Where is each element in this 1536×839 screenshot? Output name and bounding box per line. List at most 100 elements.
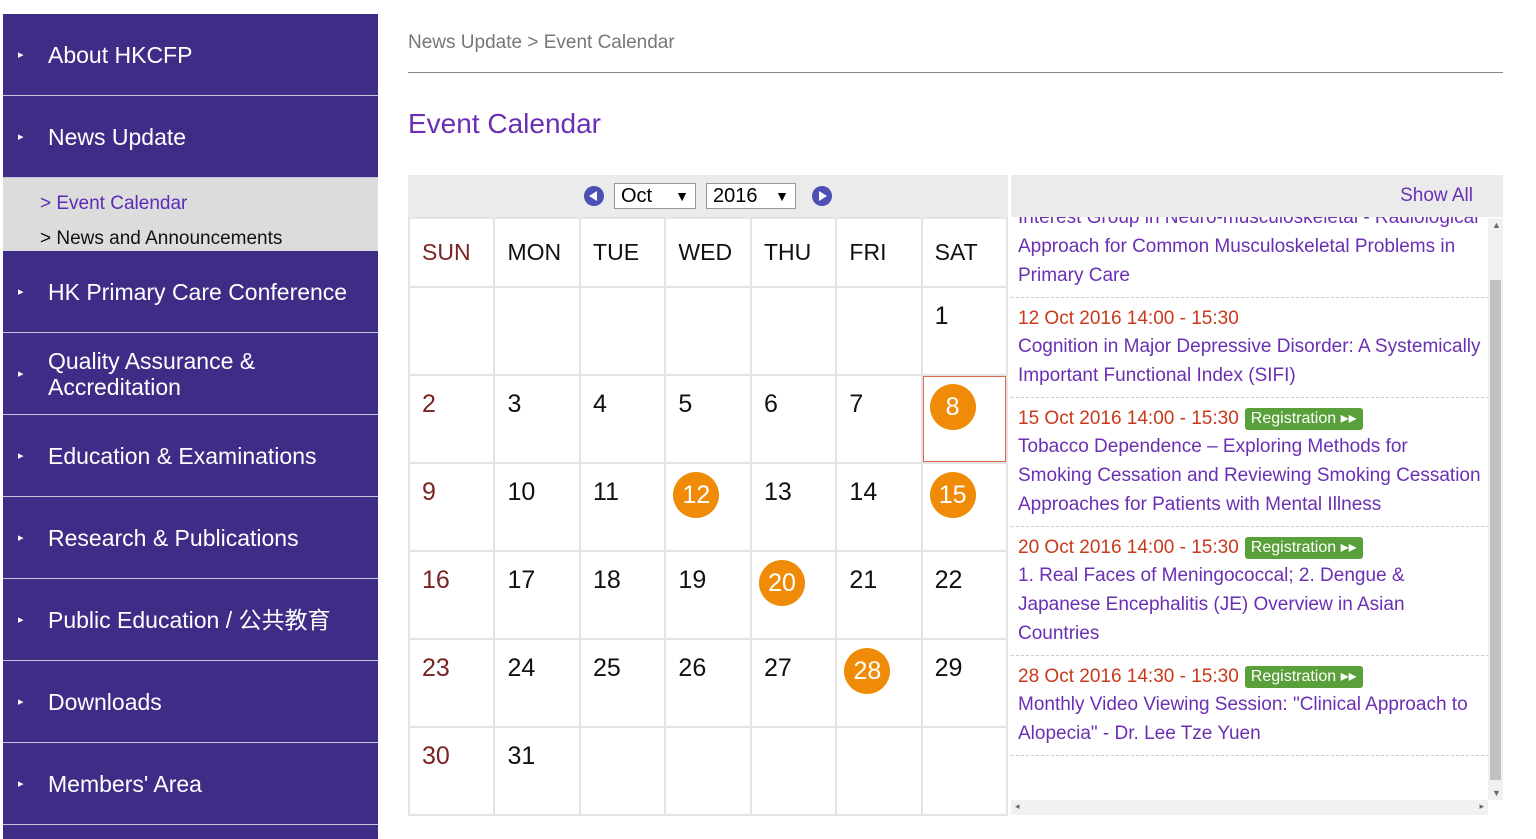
- nav-label: Research & Publications: [48, 524, 299, 551]
- scroll-up-icon[interactable]: ▲: [1492, 220, 1501, 230]
- nav-about[interactable]: ▸ About HKCFP: [3, 14, 378, 96]
- event-title-link[interactable]: 1. Real Faces of Meningococcal; 2. Dengu…: [1018, 561, 1482, 648]
- registration-button[interactable]: Registration ▸▸: [1244, 408, 1363, 430]
- calendar-week-row: 16 17 18 19 20 21 22: [407, 550, 1009, 640]
- calendar-day-cell: 28: [835, 638, 923, 728]
- calendar-event-day[interactable]: 15: [929, 472, 976, 518]
- calendar-week-row: 2 3 4 5 6 7 8: [407, 374, 1009, 464]
- weekday-header: SUN: [407, 217, 496, 288]
- arrow-right-icon: ▸: [18, 450, 24, 462]
- calendar-day-cell: [664, 286, 752, 376]
- event-list-body: Interest Group in Neuro-musculoskeletal …: [1011, 217, 1489, 801]
- nav-news-update[interactable]: ▸ News Update: [3, 96, 378, 178]
- nav-members-area[interactable]: ▸ Members' Area: [3, 743, 378, 825]
- calendar-day: 18: [593, 566, 621, 594]
- calendar-day-cell: [749, 286, 838, 376]
- sidebar-nav: ▸ About HKCFP ▸ News Update > Event Cale…: [3, 14, 378, 839]
- calendar-day-cell: 10: [493, 462, 582, 552]
- calendar-day: 22: [934, 566, 963, 594]
- show-all-link[interactable]: Show All: [1400, 185, 1473, 206]
- calendar-day: 13: [764, 478, 792, 506]
- event-list-header: Show All: [1011, 175, 1503, 217]
- calendar-day-cell: [664, 726, 752, 816]
- calendar-day: 24: [507, 654, 536, 682]
- calendar-day: 29: [934, 654, 963, 682]
- event-title-link[interactable]: Tobacco Dependence – Exploring Methods f…: [1018, 432, 1482, 519]
- calendar-day-cell: 27: [749, 638, 838, 728]
- calendar-week-row: 9 10 11 12 13 14 15: [407, 462, 1009, 552]
- calendar-day: 16: [422, 566, 450, 594]
- month-select[interactable]: Oct ▼: [614, 183, 696, 209]
- scroll-left-icon[interactable]: ◂: [1015, 801, 1020, 812]
- calendar-week-row: 30 31: [407, 726, 1009, 816]
- event-title-link[interactable]: Cognition in Major Depressive Disorder: …: [1018, 332, 1482, 390]
- calendar-day-cell: 17: [493, 550, 582, 640]
- nav-tail: [3, 825, 378, 839]
- event-date-text: 12 Oct 2016 14:00 - 15:30: [1018, 308, 1239, 329]
- weekday-header: SAT: [920, 217, 1009, 288]
- horizontal-scrollbar[interactable]: ◂ ▸: [1011, 800, 1488, 815]
- nav-public-education[interactable]: ▸ Public Education / 公共教育: [3, 579, 378, 661]
- registration-button[interactable]: Registration ▸▸: [1244, 537, 1363, 559]
- event-item: 15 Oct 2016 14:00 - 15:30 Registration ▸▸…: [1011, 398, 1489, 527]
- event-title-link[interactable]: Monthly Video Viewing Session: "Clinical…: [1018, 690, 1482, 748]
- nav-label: About HKCFP: [48, 41, 193, 68]
- calendar-day-cell: 26: [664, 638, 752, 728]
- scroll-right-icon[interactable]: ▸: [1479, 801, 1484, 812]
- arrow-right-icon: ▸: [18, 131, 24, 143]
- subnav-event-calendar[interactable]: > Event Calendar: [40, 186, 378, 221]
- calendar-header: Oct ▼ 2016 ▼: [408, 175, 1008, 217]
- event-date-text: 20 Oct 2016 14:00 - 15:30: [1018, 537, 1239, 558]
- event-item: 20 Oct 2016 14:00 - 15:30 Registration ▸▸…: [1011, 527, 1489, 656]
- calendar-day: 31: [507, 742, 536, 770]
- calendar-day-cell: [920, 726, 1009, 816]
- calendar-event-day[interactable]: 8: [929, 384, 976, 430]
- year-select[interactable]: 2016 ▼: [706, 183, 796, 209]
- arrow-right-icon: ▸: [18, 778, 24, 790]
- calendar-event-day[interactable]: 20: [759, 560, 805, 606]
- calendar-day-cell: 1: [920, 286, 1009, 376]
- calendar-day-cell: 21: [835, 550, 923, 640]
- calendar-day: 5: [678, 390, 693, 418]
- calendar-day-cell: 16: [407, 550, 496, 640]
- event-item: Interest Group in Neuro-musculoskeletal …: [1011, 217, 1489, 298]
- vertical-scrollbar[interactable]: ▲ ▼: [1488, 218, 1503, 800]
- event-date: 20 Oct 2016 14:00 - 15:30 Registration ▸▸: [1018, 535, 1482, 561]
- calendar-day-cell: 22: [920, 550, 1009, 640]
- scrollbar-thumb[interactable]: [1490, 280, 1501, 780]
- prev-month-icon[interactable]: [584, 186, 604, 206]
- calendar-day-cell: 4: [579, 374, 667, 464]
- nav-research-publications[interactable]: ▸ Research & Publications: [3, 497, 378, 579]
- scroll-down-icon[interactable]: ▼: [1492, 788, 1501, 798]
- nav-education-examinations[interactable]: ▸ Education & Examinations: [3, 415, 378, 497]
- calendar-grid: SUN MON TUE WED THU FRI SAT 1 2 3 4 5 6 7 8 9 10 11 12 13 1…: [407, 217, 1009, 816]
- event-list: Show All Interest Group in Neuro-musculo…: [1011, 175, 1503, 816]
- nav-primary-care-conference[interactable]: ▸ HK Primary Care Conference: [3, 251, 378, 333]
- event-date: 28 Oct 2016 14:30 - 15:30 Registration ▸▸: [1018, 664, 1482, 690]
- divider: [408, 72, 1503, 73]
- calendar-event-day[interactable]: 28: [844, 648, 891, 694]
- calendar-day-cell: 18: [579, 550, 667, 640]
- event-date-text: 28 Oct 2016 14:30 - 15:30: [1018, 666, 1239, 687]
- calendar-day-cell: 19: [664, 550, 752, 640]
- nav-label: News Update: [48, 123, 187, 150]
- event-title-link[interactable]: Interest Group in Neuro-musculoskeletal …: [1018, 217, 1482, 290]
- breadcrumb: News Update > Event Calendar: [408, 32, 675, 53]
- arrow-right-icon: ▸: [18, 696, 24, 708]
- weekday-header: TUE: [579, 217, 667, 288]
- registration-button[interactable]: Registration ▸▸: [1244, 666, 1363, 688]
- nav-downloads[interactable]: ▸ Downloads: [3, 661, 378, 743]
- calendar-week-row: 23 24 25 26 27 28 29: [407, 638, 1009, 728]
- calendar-day: 21: [849, 566, 878, 594]
- nav-label: Quality Assurance & Accreditation: [48, 347, 256, 400]
- next-month-icon[interactable]: [812, 186, 832, 206]
- calendar-day: 26: [678, 654, 707, 682]
- event-date: 15 Oct 2016 14:00 - 15:30 Registration ▸▸: [1018, 406, 1482, 432]
- calendar-event-day[interactable]: 12: [673, 472, 720, 518]
- calendar-day-cell: 30: [407, 726, 496, 816]
- nav-label: Members' Area: [48, 770, 202, 797]
- nav-label: Education & Examinations: [48, 442, 317, 469]
- event-date-text: 15 Oct 2016 14:00 - 15:30: [1018, 408, 1239, 429]
- calendar-day-cell: 20: [749, 550, 838, 640]
- nav-quality-assurance[interactable]: ▸ Quality Assurance & Accreditation: [3, 333, 378, 415]
